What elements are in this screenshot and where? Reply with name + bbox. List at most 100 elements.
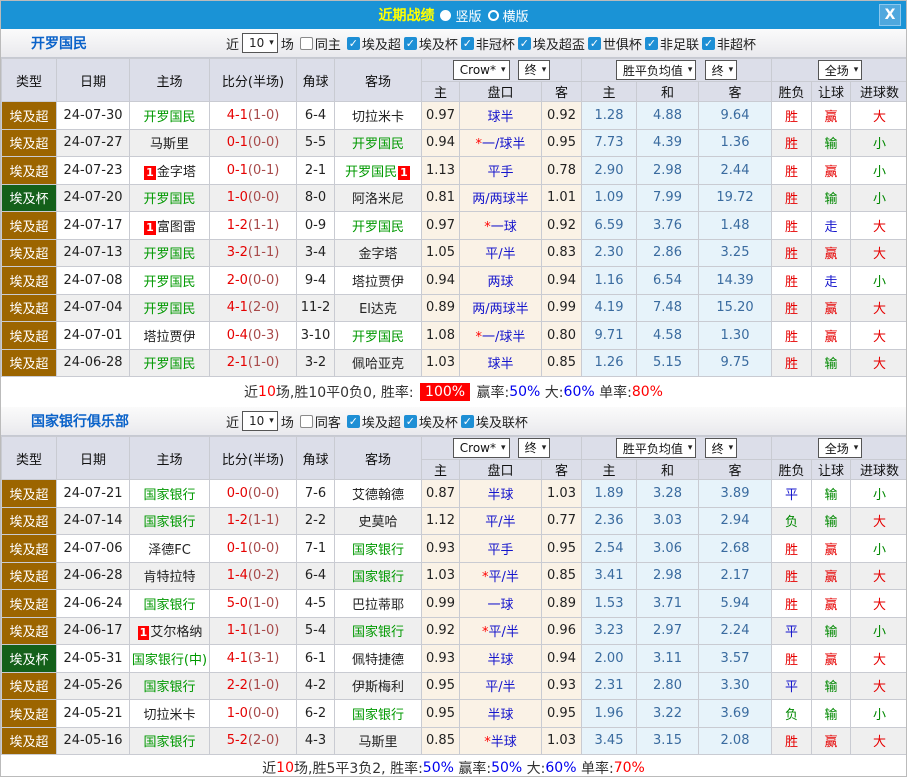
odds-final-select-1[interactable]: 终▾	[518, 60, 551, 80]
competition-checkbox[interactable]: ✓非超杯	[702, 34, 756, 53]
table-row: 埃及超24-06-28开罗国民2-1(1-0)3-2佩哈亚克1.03球半0.85…	[2, 349, 907, 377]
checkbox-unchecked-icon[interactable]	[300, 37, 313, 50]
checkbox-checked-icon[interactable]: ✓	[645, 37, 658, 50]
avg-final-select-1[interactable]: 终▾	[705, 60, 738, 80]
home-team-name: 开罗国民	[143, 275, 195, 290]
cell-away-odds: 0.83	[542, 239, 582, 267]
cell-corner: 4-2	[297, 672, 335, 700]
cell-handicap: 半球	[460, 700, 542, 728]
radio-selected-icon[interactable]	[440, 10, 451, 21]
cell-result-handicap: 赢	[812, 157, 851, 185]
competition-checkbox[interactable]: ✓埃及联杯	[461, 412, 528, 431]
horizontal-layout-radio[interactable]: 横版	[488, 6, 529, 25]
avg-final-select-2[interactable]: 终▾	[705, 438, 738, 458]
cell-avg-draw: 2.97	[637, 617, 699, 645]
cell-home-odds: 0.85	[422, 727, 460, 755]
avg-group-header: 胜平负均值▾ 终▾	[582, 59, 772, 82]
checkbox-checked-icon[interactable]: ✓	[588, 37, 601, 50]
rank-badge: 1	[144, 221, 156, 235]
competition-checkbox[interactable]: ✓埃及超盃	[518, 34, 585, 53]
cell-corner: 3-10	[297, 322, 335, 350]
competition-checkbox[interactable]: ✓埃及超	[347, 34, 401, 53]
score-halftime: (0-0)	[248, 273, 279, 288]
cell-result-handicap: 走	[812, 212, 851, 240]
home-team-name: 开罗国民	[143, 247, 195, 262]
odds-source-select-1[interactable]: Crow*▾	[453, 60, 510, 80]
away-team-name: 巴拉蒂耶	[352, 598, 404, 613]
odds-final-select-2[interactable]: 终▾	[518, 438, 551, 458]
cell-date: 24-07-23	[57, 157, 130, 185]
same-venue-checkbox-2[interactable]: 同客	[300, 412, 341, 431]
team-name-1: 开罗国民	[1, 33, 226, 53]
checkbox-checked-icon[interactable]: ✓	[404, 37, 417, 50]
competition-checkbox[interactable]: ✓埃及杯	[404, 412, 458, 431]
cell-competition-type: 埃及杯	[2, 184, 57, 212]
competition-checkbox[interactable]: ✓非冠杯	[461, 34, 515, 53]
score-fulltime: 1-4	[227, 568, 248, 583]
cell-score: 1-0(0-0)	[210, 700, 297, 728]
cell-competition-type: 埃及超	[2, 700, 57, 728]
cell-date: 24-06-28	[57, 349, 130, 377]
avg-select-1[interactable]: 胜平负均值▾	[616, 60, 697, 80]
cell-home-team: 马斯里	[130, 129, 210, 157]
cell-away-odds: 0.96	[542, 617, 582, 645]
competition-checkbox[interactable]: ✓世俱杯	[588, 34, 642, 53]
avg-select-2[interactable]: 胜平负均值▾	[616, 438, 697, 458]
same-venue-checkbox-1[interactable]: 同主	[300, 34, 341, 53]
col-result-goals: 进球数	[851, 460, 907, 480]
checkbox-checked-icon[interactable]: ✓	[347, 415, 360, 428]
col-odds-away: 客	[542, 82, 582, 102]
match-count-select-2[interactable]: 10▾	[242, 411, 278, 431]
cell-avg-draw: 2.98	[637, 562, 699, 590]
cell-home-odds: 1.08	[422, 322, 460, 350]
cell-away-team: 伊斯梅利	[335, 672, 422, 700]
cell-avg-home: 2.90	[582, 157, 637, 185]
vertical-layout-radio[interactable]: 竖版	[440, 6, 481, 25]
checkbox-checked-icon[interactable]: ✓	[518, 37, 531, 50]
cell-competition-type: 埃及超	[2, 267, 57, 295]
summary-segment: 单率:	[595, 382, 632, 402]
col-handicap: 盘口	[460, 460, 542, 480]
cell-avg-away: 3.89	[699, 480, 772, 508]
cell-home-odds: 0.92	[422, 617, 460, 645]
cell-avg-home: 1.53	[582, 590, 637, 618]
cell-home-odds: 1.12	[422, 507, 460, 535]
match-count-select-1[interactable]: 10▾	[242, 33, 278, 53]
cell-home-odds: 0.81	[422, 184, 460, 212]
checkbox-unchecked-icon[interactable]	[300, 415, 313, 428]
cell-away-team: 塔拉贾伊	[335, 267, 422, 295]
fulltime-select-2[interactable]: 全场▾	[818, 438, 863, 458]
home-team-name: 国家银行	[143, 598, 195, 613]
cell-competition-type: 埃及超	[2, 535, 57, 563]
away-team-name: 塔拉贾伊	[352, 275, 404, 290]
cell-avg-home: 1.96	[582, 700, 637, 728]
cell-away-odds: 0.85	[542, 562, 582, 590]
fulltime-select-1[interactable]: 全场▾	[818, 60, 863, 80]
col-avg-home: 主	[582, 460, 637, 480]
col-result-wdl: 胜负	[772, 82, 812, 102]
cell-home-odds: 1.03	[422, 349, 460, 377]
cell-result-handicap: 输	[812, 184, 851, 212]
cell-home-odds: 0.89	[422, 294, 460, 322]
competition-checkbox[interactable]: ✓非足联	[645, 34, 699, 53]
competition-checkbox[interactable]: ✓埃及杯	[404, 34, 458, 53]
cell-avg-away: 14.39	[699, 267, 772, 295]
radio-unselected-icon[interactable]	[488, 10, 499, 21]
checkbox-checked-icon[interactable]: ✓	[347, 37, 360, 50]
checkbox-checked-icon[interactable]: ✓	[461, 37, 474, 50]
handicap-text: 一/球半	[482, 330, 525, 345]
checkbox-checked-icon[interactable]: ✓	[702, 37, 715, 50]
close-button[interactable]: X	[879, 4, 901, 26]
score-fulltime: 0-1	[227, 135, 248, 150]
table-row: 埃及超24-05-21切拉米卡1-0(0-0)6-2国家银行0.95半球0.95…	[2, 700, 907, 728]
odds-source-select-2[interactable]: Crow*▾	[453, 438, 510, 458]
competition-checkbox[interactable]: ✓埃及超	[347, 412, 401, 431]
cell-home-odds: 1.03	[422, 562, 460, 590]
cell-handicap: 平/半	[460, 239, 542, 267]
away-team-name: 切拉米卡	[352, 110, 404, 125]
cell-away-odds: 0.94	[542, 645, 582, 673]
checkbox-checked-icon[interactable]: ✓	[404, 415, 417, 428]
checkbox-checked-icon[interactable]: ✓	[461, 415, 474, 428]
cell-handicap: 一球	[460, 590, 542, 618]
cell-home-odds: 0.94	[422, 129, 460, 157]
